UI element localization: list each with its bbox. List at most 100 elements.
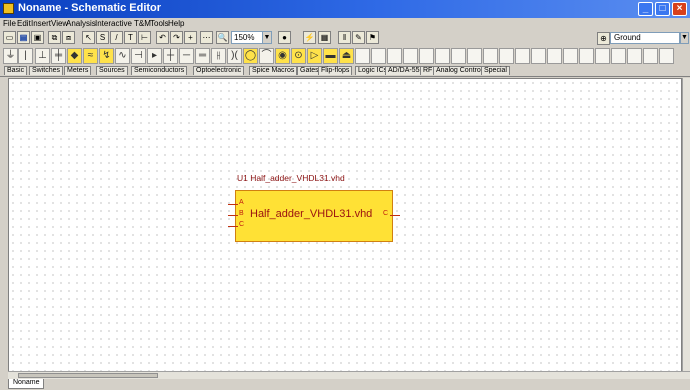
empty-slot-icon[interactable]: [531, 48, 546, 64]
voltmeter-icon[interactable]: ⊙: [291, 48, 306, 64]
empty-slot-icon[interactable]: [451, 48, 466, 64]
speaker-icon[interactable]: ⏏: [339, 48, 354, 64]
menu-tools[interactable]: Tools: [150, 19, 169, 28]
menu-interactive[interactable]: Interactive: [95, 19, 132, 28]
select-tool-button[interactable]: ↖: [82, 31, 95, 44]
close-button[interactable]: ×: [672, 2, 687, 16]
wire-tool-button[interactable]: /: [110, 31, 123, 44]
empty-slot-icon[interactable]: [643, 48, 658, 64]
horizontal-scrollbar[interactable]: [8, 371, 690, 379]
component-toolbar: ⏚ | ⊥ ╪ ◆ ≈ ↯ ∿ ⊣ ▸ ┼ ─ ═ ⫲ )( ◯ ⌒ ◉ ⊙ ▷…: [0, 47, 690, 66]
lamp-icon[interactable]: ◯: [243, 48, 258, 64]
vertical-scrollbar[interactable]: [682, 78, 690, 374]
add-button[interactable]: +: [184, 31, 197, 44]
pin-b-label: B: [239, 210, 244, 217]
battery-icon[interactable]: ⊥: [35, 48, 50, 64]
probe-button[interactable]: ●: [278, 31, 291, 44]
empty-slot-icon[interactable]: [579, 48, 594, 64]
meter-icon[interactable]: ◉: [275, 48, 290, 64]
grid-button[interactable]: ⋯: [200, 31, 213, 44]
tab-optoelectronic[interactable]: Optoelectronic: [193, 66, 245, 75]
diode-icon[interactable]: ▸: [147, 48, 162, 64]
component-handle-icon[interactable]: |: [18, 48, 33, 64]
tab-semiconductors[interactable]: Semiconductors: [131, 66, 188, 75]
empty-slot-icon[interactable]: [611, 48, 626, 64]
menu-edit[interactable]: Edit: [17, 19, 31, 28]
empty-slot-icon[interactable]: [547, 48, 562, 64]
tab-flip-flops[interactable]: Flip-flops: [318, 66, 353, 75]
component-icon[interactable]: ⊕: [597, 32, 610, 45]
menu-insert[interactable]: Insert: [31, 19, 51, 28]
open-file-button[interactable]: ▤: [17, 31, 30, 44]
pause-button[interactable]: ‖: [338, 31, 351, 44]
analysis-button[interactable]: ▦: [318, 31, 331, 44]
empty-slot-icon[interactable]: [563, 48, 578, 64]
undo-button[interactable]: ↶: [156, 31, 169, 44]
current-source-icon[interactable]: ↯: [99, 48, 114, 64]
pin-out-label: C: [383, 210, 389, 217]
empty-slot-icon[interactable]: [515, 48, 530, 64]
empty-slot-icon[interactable]: [467, 48, 482, 64]
main-toolbar: ▭ ▤ ▣ ⧉ ⧈ ↖ S / T ⊢ ↶ ↷ + ⋯ 🔍 150% ▼ ● ⚡…: [0, 30, 690, 46]
text-tool-button[interactable]: T: [124, 31, 137, 44]
transformer-icon[interactable]: ⫲: [211, 48, 226, 64]
tab-analog-control[interactable]: Analog Control: [433, 66, 486, 75]
tab-spice-macros[interactable]: Spice Macros: [249, 66, 298, 75]
menu-help[interactable]: Help: [168, 19, 184, 28]
coupling-icon[interactable]: )(: [227, 48, 242, 64]
empty-slot-icon[interactable]: [419, 48, 434, 64]
sheet-tab[interactable]: Noname: [8, 379, 45, 389]
resistor-icon[interactable]: ╪: [51, 48, 66, 64]
empty-slot-icon[interactable]: [387, 48, 402, 64]
empty-slot-icon[interactable]: [355, 48, 370, 64]
zoom-select[interactable]: 150%: [231, 31, 263, 44]
inductor-icon[interactable]: ∿: [115, 48, 130, 64]
flag-button[interactable]: ⚑: [366, 31, 379, 44]
node-tool-button[interactable]: ⊢: [138, 31, 151, 44]
new-file-button[interactable]: ▭: [3, 31, 16, 44]
opamp-icon[interactable]: ▷: [307, 48, 322, 64]
tab-special[interactable]: Special: [481, 66, 510, 75]
equal-icon[interactable]: ═: [195, 48, 210, 64]
empty-slot-icon[interactable]: [627, 48, 642, 64]
tab-meters[interactable]: Meters: [64, 66, 92, 75]
empty-slot-icon[interactable]: [595, 48, 610, 64]
menu-tm[interactable]: T&M: [134, 19, 151, 28]
wave-icon[interactable]: ⌒: [259, 48, 274, 64]
component-dropdown-arrow[interactable]: ▼: [680, 32, 689, 44]
pin-b-wire: [228, 215, 238, 216]
component-select[interactable]: Ground: [610, 32, 680, 44]
scrollbar-thumb[interactable]: [18, 373, 158, 378]
empty-slot-icon[interactable]: [659, 48, 674, 64]
redo-button[interactable]: ↷: [170, 31, 183, 44]
tab-basic[interactable]: Basic: [4, 66, 28, 75]
zoom-icon[interactable]: 🔍: [216, 31, 229, 44]
maximize-button[interactable]: □: [655, 2, 670, 16]
empty-slot-icon[interactable]: [499, 48, 514, 64]
ground-icon[interactable]: ⏚: [3, 48, 18, 64]
zoom-dropdown-arrow[interactable]: ▼: [262, 31, 272, 44]
pin-c-wire: [228, 226, 238, 227]
menu-file[interactable]: File: [3, 19, 16, 28]
logic-icon[interactable]: ▬: [323, 48, 338, 64]
cross-icon[interactable]: ┼: [163, 48, 178, 64]
tab-sources[interactable]: Sources: [96, 66, 128, 75]
empty-slot-icon[interactable]: [483, 48, 498, 64]
menu-analysis[interactable]: Analysis: [66, 19, 96, 28]
empty-slot-icon[interactable]: [403, 48, 418, 64]
run-button[interactable]: ⚡: [303, 31, 316, 44]
source-icon[interactable]: ◆: [67, 48, 82, 64]
empty-slot-icon[interactable]: [435, 48, 450, 64]
ac-source-icon[interactable]: ≈: [83, 48, 98, 64]
save-button[interactable]: ▣: [31, 31, 44, 44]
s-tool-button[interactable]: S: [96, 31, 109, 44]
capacitor-icon[interactable]: ⊣: [131, 48, 146, 64]
tab-switches[interactable]: Switches: [29, 66, 64, 75]
empty-slot-icon[interactable]: [371, 48, 386, 64]
pin-a-label: A: [239, 199, 244, 206]
copy-button[interactable]: ⧉: [48, 31, 61, 44]
line-icon[interactable]: ─: [179, 48, 194, 64]
stop-button[interactable]: ✎: [352, 31, 365, 44]
minimize-button[interactable]: _: [638, 2, 653, 16]
paste-button[interactable]: ⧈: [62, 31, 75, 44]
